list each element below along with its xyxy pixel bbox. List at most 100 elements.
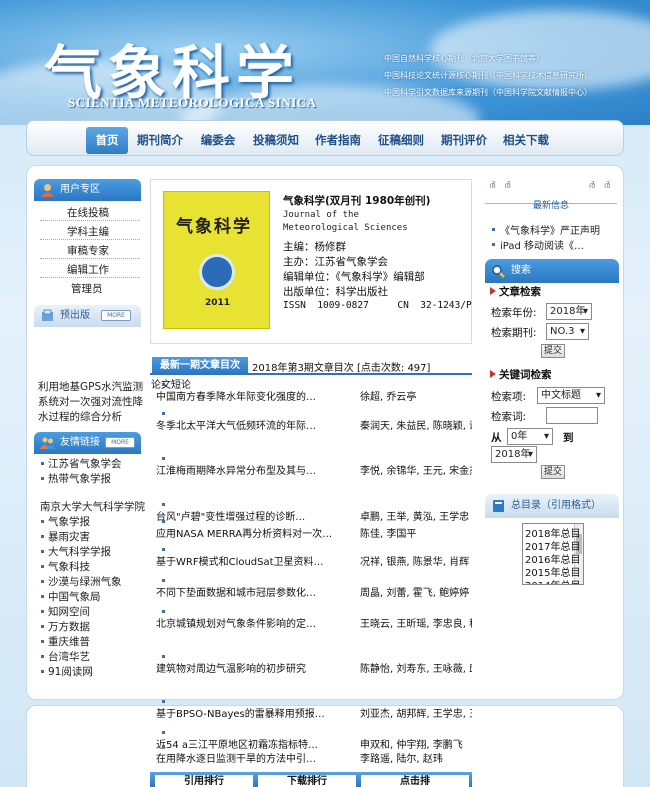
article-authors: 陈静怡, 刘寿东, 王咏薇, 邱田田, 李立: [360, 664, 472, 675]
bullet-icon: [41, 610, 44, 613]
article-title-link[interactable]: 北京城镇规划对气象条件影响的定…: [156, 617, 334, 632]
friend-link[interactable]: 台湾华艺: [48, 649, 90, 664]
indexing-line: 中国科技论文统计源核心期刊（中国科学技术信息研究所）: [384, 71, 592, 80]
friend-link[interactable]: 江苏省气象学会: [48, 456, 122, 471]
search-header: 搜索: [485, 259, 619, 283]
bullet-icon: [41, 535, 44, 538]
preprint-title: 预出版: [60, 310, 90, 321]
article-authors: 周晶, 刘蕾, 霍飞, 鲍婷婷: [360, 588, 470, 599]
preprint-more-button[interactable]: MORE: [101, 310, 131, 321]
nav-author-guide[interactable]: 作者指南: [313, 127, 363, 154]
bullet-icon: [41, 462, 44, 465]
friend-link[interactable]: 暴雨灾害: [48, 529, 90, 544]
divider: [40, 277, 140, 278]
bullet-icon: [162, 579, 165, 582]
friend-link[interactable]: 气象科技: [48, 559, 90, 574]
tab-download-rank[interactable]: 下载排行: [258, 775, 356, 787]
nav-call-for-papers[interactable]: 征稿细则: [376, 127, 426, 154]
cover-emblem-icon: [199, 254, 235, 290]
search-term-input[interactable]: [546, 407, 598, 424]
archive-option[interactable]: 2014年总目: [525, 577, 580, 584]
archive-header: 总目录（引用格式）: [485, 494, 619, 518]
article-title-link[interactable]: 江淮梅雨期降水异常分布型及其与…: [156, 464, 334, 479]
article-title-link[interactable]: 应用NASA MERRA再分析资料对一次…: [156, 527, 334, 542]
latest-issue-info: 2018年第3期文章目次 [点击次数: 497]: [252, 363, 431, 374]
friend-link[interactable]: 大气科学学报: [48, 544, 111, 559]
article-title-link[interactable]: 冬季北太平洋大气低频环流的年际…: [156, 419, 334, 434]
link-subject-editors[interactable]: 学科主编: [67, 224, 109, 239]
links-more-button[interactable]: MORE: [105, 437, 135, 448]
book-icon: [493, 500, 504, 512]
from-year-select[interactable]: 0年: [507, 428, 553, 445]
bullet-icon: [41, 670, 44, 673]
nav-journal-intro[interactable]: 期刊简介: [135, 127, 185, 154]
article-authors: 陈佳, 李国平: [360, 529, 417, 540]
friend-link[interactable]: 中国气象局: [48, 589, 101, 604]
keyword-search-submit-button[interactable]: 提交: [541, 465, 565, 479]
to-year-select[interactable]: 2018年: [491, 446, 537, 463]
cover-year: 2011: [204, 298, 231, 308]
preprint-article-link[interactable]: 利用地基GPS水汽监测系统对一次强对流性降水过程的综合分析: [38, 380, 144, 425]
tab-citation-rank[interactable]: 引用排行: [155, 775, 253, 787]
link-editor-work[interactable]: 编辑工作: [67, 262, 109, 277]
notice-link[interactable]: 《气象科学》严正声明: [500, 222, 600, 237]
friend-link[interactable]: 万方数据: [48, 619, 90, 634]
notice-link[interactable]: iPad 移动阅读《…: [500, 237, 584, 252]
article-search-heading: 文章检索: [499, 286, 541, 298]
article-title-link[interactable]: 基于WRF模式和CloudSat卫星资料…: [156, 555, 334, 570]
friend-link[interactable]: 南京大学大气科学学院: [40, 499, 145, 514]
issue-select[interactable]: NO.3: [546, 323, 589, 340]
article-authors: 刘亚杰, 胡邦辉, 王学忠, 王举, 黄泓: [360, 709, 472, 720]
bullet-icon: [162, 520, 165, 523]
bullet-icon: [162, 610, 165, 613]
year-select[interactable]: 2018年: [546, 303, 592, 320]
article-title-link[interactable]: 不同下垫面数据和城市冠层参数化…: [156, 586, 334, 601]
nav-downloads[interactable]: 相关下载: [501, 127, 551, 154]
nav-home[interactable]: 首页: [86, 127, 128, 154]
article-title-link[interactable]: 近54 a三江平原地区初霜冻指标特…: [156, 738, 334, 753]
article-title-link[interactable]: 建筑物对周边气温影响的初步研究: [156, 662, 334, 677]
journal-name: 气象科学(双月刊 1980年创刊): [283, 195, 431, 207]
friend-link[interactable]: 知网空间: [48, 604, 90, 619]
friend-link[interactable]: 热带气象学报: [48, 471, 111, 486]
bullet-icon: [41, 655, 44, 658]
article-authors: 秦润天, 朱益民, 陈晓颖, 谢情, 钱晨: [360, 421, 472, 432]
journal-cover-image[interactable]: 气象科学 2011: [163, 191, 270, 329]
friend-link[interactable]: 重庆维普: [48, 634, 90, 649]
people-icon: [40, 437, 55, 449]
article-authors: 卓鹏, 王举, 黄泓, 王学忠: [360, 512, 470, 523]
arrow-icon: [490, 370, 496, 378]
section-heading: 论文短论: [151, 380, 191, 391]
friend-link[interactable]: 气象学报: [48, 514, 90, 529]
article-search-submit-button[interactable]: 提交: [541, 344, 565, 358]
link-reviewers[interactable]: 审稿专家: [67, 243, 109, 258]
nav-submission-notice[interactable]: 投稿须知: [251, 127, 301, 154]
indexing-info: 中国自然科学核心期刊（北京大学图书馆等） 中国科技论文统计源核心期刊（中国科学技…: [384, 50, 646, 101]
user-zone-title: 用户专区: [60, 184, 100, 195]
nav-editorial-board[interactable]: 编委会: [197, 127, 239, 154]
article-title-link[interactable]: 基于BPSO-NBayes的雷暴释用预报…: [156, 707, 334, 722]
journal-editorial-unit: 编辑单位：《气象科学》编辑部: [283, 271, 425, 283]
nav-journal-evaluation[interactable]: 期刊评价: [439, 127, 489, 154]
friend-link[interactable]: 91阅读网: [48, 664, 93, 679]
article-title-link[interactable]: 台风"卢碧"变性增强过程的诊断…: [156, 510, 334, 525]
bullet-icon: [162, 548, 165, 551]
article-title-link[interactable]: 中国南方春季降水年际变化强度的…: [156, 390, 334, 405]
tab-click-rank[interactable]: 点击排: [361, 775, 469, 787]
bullet-icon: [492, 228, 495, 231]
bullet-icon: [41, 595, 44, 598]
latest-issue-tab[interactable]: 最新一期文章目次: [152, 357, 248, 375]
arrow-icon: [490, 287, 496, 295]
journal-english-name: Journal of the Meteorological Sciences: [283, 210, 408, 233]
archive-listbox[interactable]: 2018年总目 2017年总目 2016年总目 2015年总目 2014年总目: [522, 523, 584, 585]
keyword-search-heading: 关键词检索: [499, 369, 552, 381]
link-admin[interactable]: 管理员: [71, 281, 103, 296]
friend-link[interactable]: 沙漠与绿洲气象: [48, 574, 122, 589]
article-authors: 李路遥, 陆尔, 赵玮: [360, 754, 443, 765]
field-select[interactable]: 中文标题: [537, 387, 605, 404]
field-label: 检索项:: [491, 391, 527, 403]
bullet-icon: [41, 625, 44, 628]
link-online-submission[interactable]: 在线投稿: [67, 205, 109, 220]
article-title-link[interactable]: 在用降水逐日监测干旱的方法中引…: [156, 752, 334, 767]
links-header: 友情链接 MORE: [34, 432, 141, 454]
